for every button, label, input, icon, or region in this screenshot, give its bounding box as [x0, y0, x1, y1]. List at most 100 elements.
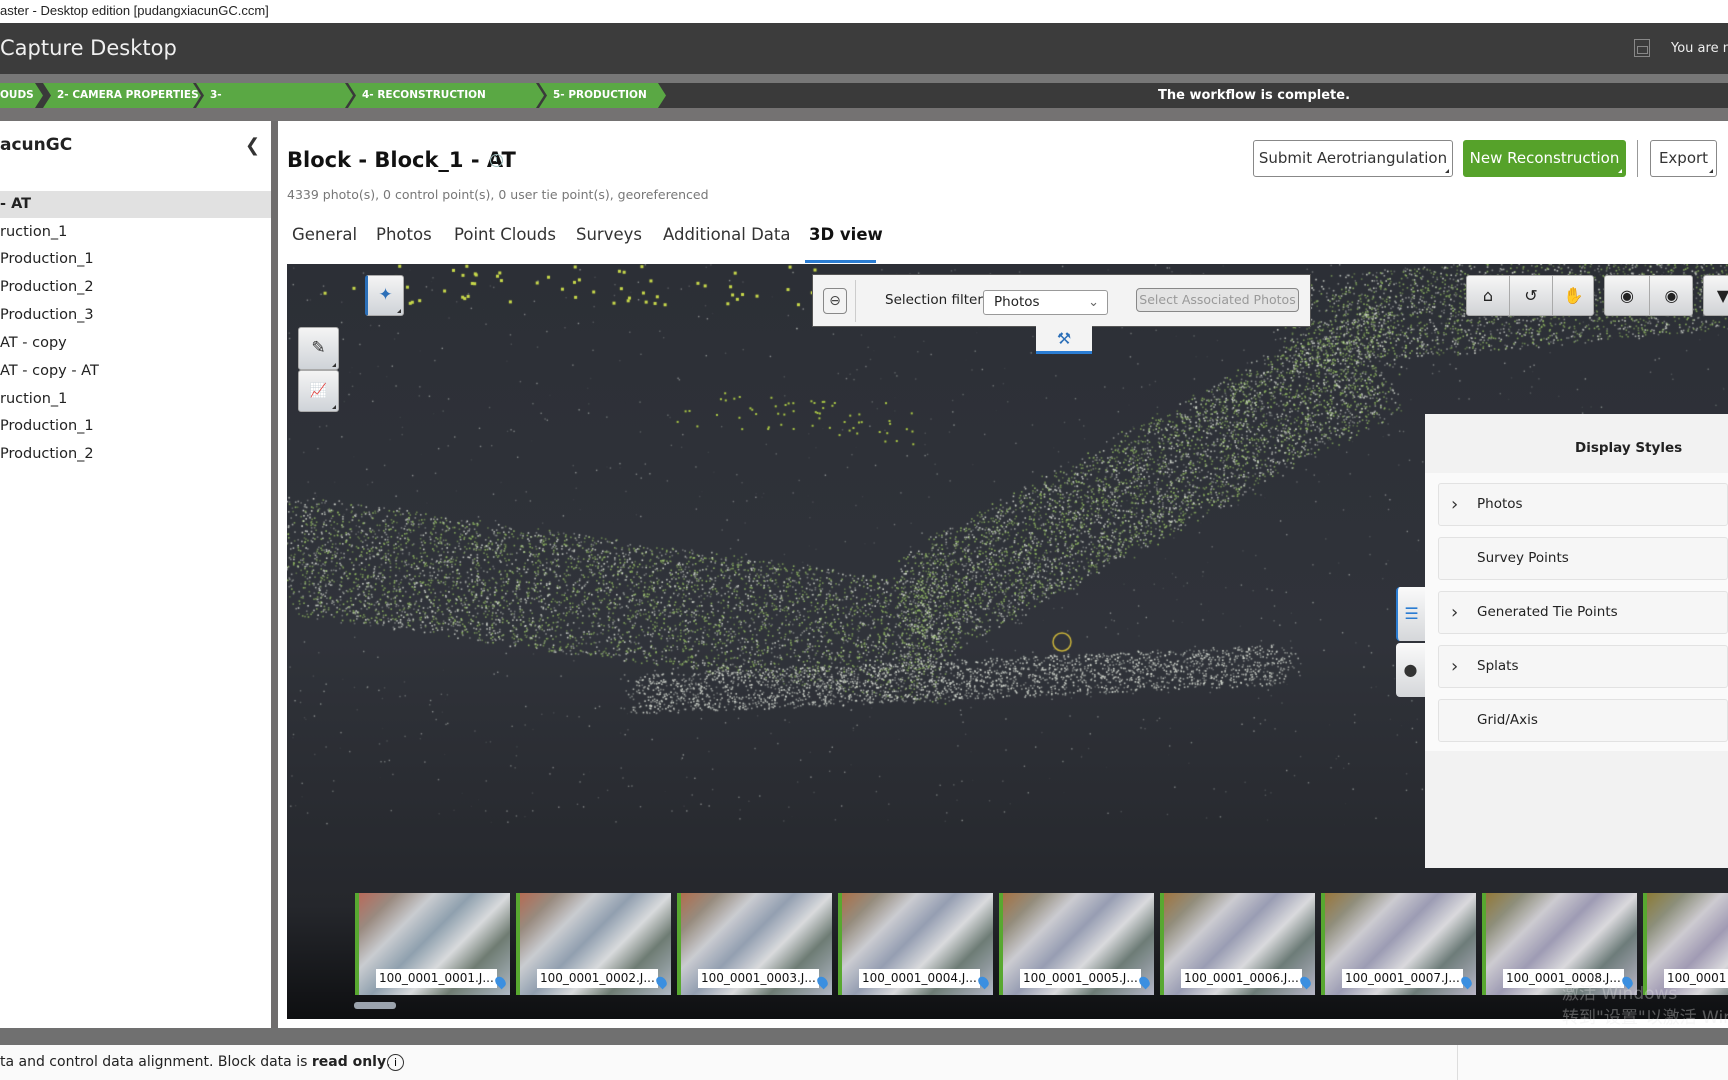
photo-filename: 100_0001_0001.J... — [376, 969, 497, 988]
display-style-label: Photos — [1477, 496, 1523, 512]
measure-tool-icon[interactable]: ✎ — [298, 327, 339, 370]
workflow-step-1[interactable]: OUDS — [0, 83, 43, 108]
workflow-message: The workflow is complete. — [1158, 88, 1351, 103]
sidebar-item[interactable]: Production_2 — [0, 274, 271, 301]
display-style-label: Splats — [1477, 658, 1519, 674]
tab-general[interactable]: General — [292, 225, 357, 244]
workflow-bar: OUDS 2- CAMERA PROPERTIES 3- AEROTRIANGU… — [0, 83, 1728, 108]
view-toolbar: ◉ ◉ — [1604, 275, 1693, 316]
divider — [855, 280, 856, 322]
app-header: Capture Desktop You are n — [0, 23, 1728, 74]
sidebar-item[interactable]: - AT — [0, 191, 271, 218]
status-read-only: read only — [311, 1054, 387, 1070]
photo-filename: 100_0001_0004.J... — [859, 969, 980, 988]
chevron-right-icon: › — [1451, 602, 1459, 623]
globe-icon[interactable]: ● — [1396, 643, 1425, 697]
display-styles-title: Display Styles — [1575, 440, 1683, 456]
window-title: aster - Desktop edition [pudangxiacunGC.… — [0, 0, 1728, 23]
focus-icon[interactable]: ◉ — [1605, 276, 1649, 315]
divider — [0, 74, 1728, 83]
tab-3d-view[interactable]: 3D view — [809, 225, 883, 244]
photo-filename: 100_0001_0007.J... — [1342, 969, 1463, 988]
tab-point-clouds[interactable]: Point Clouds — [454, 225, 556, 244]
tools-icon[interactable]: ⚒ — [1036, 326, 1092, 354]
export-button[interactable]: Export — [1650, 140, 1717, 177]
sidebar-item[interactable]: Production_3 — [0, 302, 271, 329]
selection-filter-label: Selection filter: — [885, 292, 988, 308]
active-tab-indicator — [805, 260, 876, 263]
selection-filter-value: Photos — [994, 294, 1040, 310]
chevron-left-icon[interactable]: ❮ — [245, 135, 260, 156]
tab-additional-data[interactable]: Additional Data — [663, 225, 790, 244]
info-icon[interactable]: i — [490, 154, 503, 167]
sidebar-item[interactable]: Production_1 — [0, 413, 271, 440]
orbit-icon[interactable]: ↺ — [1509, 276, 1552, 315]
photo-filename: 100_0001_0002.J... — [537, 969, 658, 988]
pan-hand-icon[interactable]: ✋ — [1552, 276, 1594, 315]
photo-thumbnail[interactable]: 100_0001_0008.J... — [1482, 893, 1637, 995]
photo-thumbnail[interactable]: 100_0001_0002.J... — [516, 893, 671, 995]
page-title: Block - Block_1 - AT — [287, 148, 516, 172]
submit-aerotriangulation-button[interactable]: Submit Aerotriangulation — [1253, 140, 1453, 177]
tab-surveys[interactable]: Surveys — [576, 225, 642, 244]
display-style-splats[interactable]: › Splats — [1438, 645, 1728, 688]
display-style-grid-axis[interactable]: Grid/Axis — [1438, 699, 1728, 742]
sidebar-item[interactable]: Production_1 — [0, 246, 271, 273]
select-associated-photos-button[interactable]: Select Associated Photos — [1136, 288, 1299, 312]
block-summary: 4339 photo(s), 0 control point(s), 0 use… — [287, 187, 709, 202]
display-style-photos[interactable]: › Photos — [1438, 483, 1728, 526]
project-sidebar: acunGC ❮ - AT ruction_1 Production_1 Pro… — [0, 121, 271, 1028]
save-icon[interactable] — [1634, 39, 1650, 57]
filter-icon[interactable]: ▼ — [1703, 275, 1728, 316]
chevron-down-icon: ⌄ — [1088, 295, 1099, 310]
display-styles-list: › Photos Survey Points › Generated Tie Poi… — [1425, 473, 1728, 751]
status-text: ta and control data alignment. Block dat… — [0, 1054, 391, 1070]
select-tool-icon[interactable]: ✦ — [365, 275, 404, 316]
sidebar-item[interactable]: ruction_1 — [0, 219, 271, 246]
selection-toolbar: ⊖ Selection filter: Photos ⌄ Select Assoc… — [812, 274, 1311, 327]
tab-photos[interactable]: Photos — [376, 225, 432, 244]
display-styles-panel: Display Styles › Photos Survey Points › Ge… — [1425, 414, 1728, 868]
status-bar: ta and control data alignment. Block dat… — [0, 1045, 1728, 1080]
chart-tool-icon[interactable]: 📈 — [298, 370, 339, 412]
photo-thumbnail[interactable]: 100_0001_0001.J... — [355, 893, 510, 995]
3d-viewport[interactable]: ✦ ✎ 📈 ⊖ Selection filter: Photos ⌄ Select… — [287, 264, 1728, 1028]
photo-filename: 100_0001_0003.J... — [698, 969, 819, 988]
eye-icon[interactable]: ◉ — [1649, 276, 1693, 315]
sidebar-item[interactable]: Production_2 — [0, 441, 271, 468]
divider — [0, 108, 1728, 121]
app-title: Capture Desktop — [0, 36, 177, 60]
workflow-step-3[interactable]: 3- AEROTRIANGULATION — [196, 83, 353, 108]
photo-strip-scrollbar[interactable] — [354, 1002, 396, 1009]
sidebar-item[interactable]: ruction_1 — [0, 386, 271, 413]
workflow-step-4[interactable]: 4- RECONSTRUCTION SETTINGS — [348, 83, 544, 108]
workflow-step-2[interactable]: 2- CAMERA PROPERTIES — [43, 83, 201, 108]
workflow-step-5[interactable]: 5- PRODUCTION — [539, 83, 666, 108]
divider — [1457, 1045, 1458, 1080]
sidebar-item[interactable]: AT - copy - AT — [0, 358, 271, 385]
photo-thumbnail[interactable]: 100_0001 — [1643, 893, 1728, 995]
chevron-right-icon: › — [1451, 656, 1459, 677]
photo-thumbnail[interactable]: 100_0001_0007.J... — [1321, 893, 1476, 995]
divider — [1637, 140, 1638, 177]
sidebar-item[interactable]: AT - copy — [0, 330, 271, 357]
info-icon[interactable]: i — [387, 1054, 404, 1071]
new-reconstruction-button[interactable]: New Reconstruction — [1463, 140, 1626, 177]
selection-filter-dropdown[interactable]: Photos ⌄ — [983, 290, 1108, 315]
photo-thumbnail[interactable]: 100_0001_0003.J... — [677, 893, 832, 995]
display-style-label: Grid/Axis — [1477, 712, 1538, 728]
status-prefix: ta and control data alignment. Block dat… — [0, 1054, 312, 1070]
display-style-label: Survey Points — [1477, 550, 1569, 566]
display-style-survey-points[interactable]: Survey Points — [1438, 537, 1728, 580]
chevron-right-icon: › — [1451, 494, 1459, 515]
divider — [0, 1028, 1728, 1045]
home-icon[interactable]: ⌂ — [1467, 276, 1509, 315]
layers-icon[interactable]: ☰ — [1396, 587, 1425, 641]
watermark-line: 转到"设置"以激活 Windows — [1562, 1008, 1728, 1028]
photo-thumbnail[interactable]: 100_0001_0006.J... — [1160, 893, 1315, 995]
collapse-toolbar-icon[interactable]: ⊖ — [823, 288, 847, 314]
display-style-generated-tie-points[interactable]: › Generated Tie Points — [1438, 591, 1728, 634]
photo-thumbnail[interactable]: 100_0001_0004.J... — [838, 893, 993, 995]
user-status[interactable]: You are n — [1671, 41, 1728, 56]
photo-thumbnail[interactable]: 100_0001_0005.J... — [999, 893, 1154, 995]
